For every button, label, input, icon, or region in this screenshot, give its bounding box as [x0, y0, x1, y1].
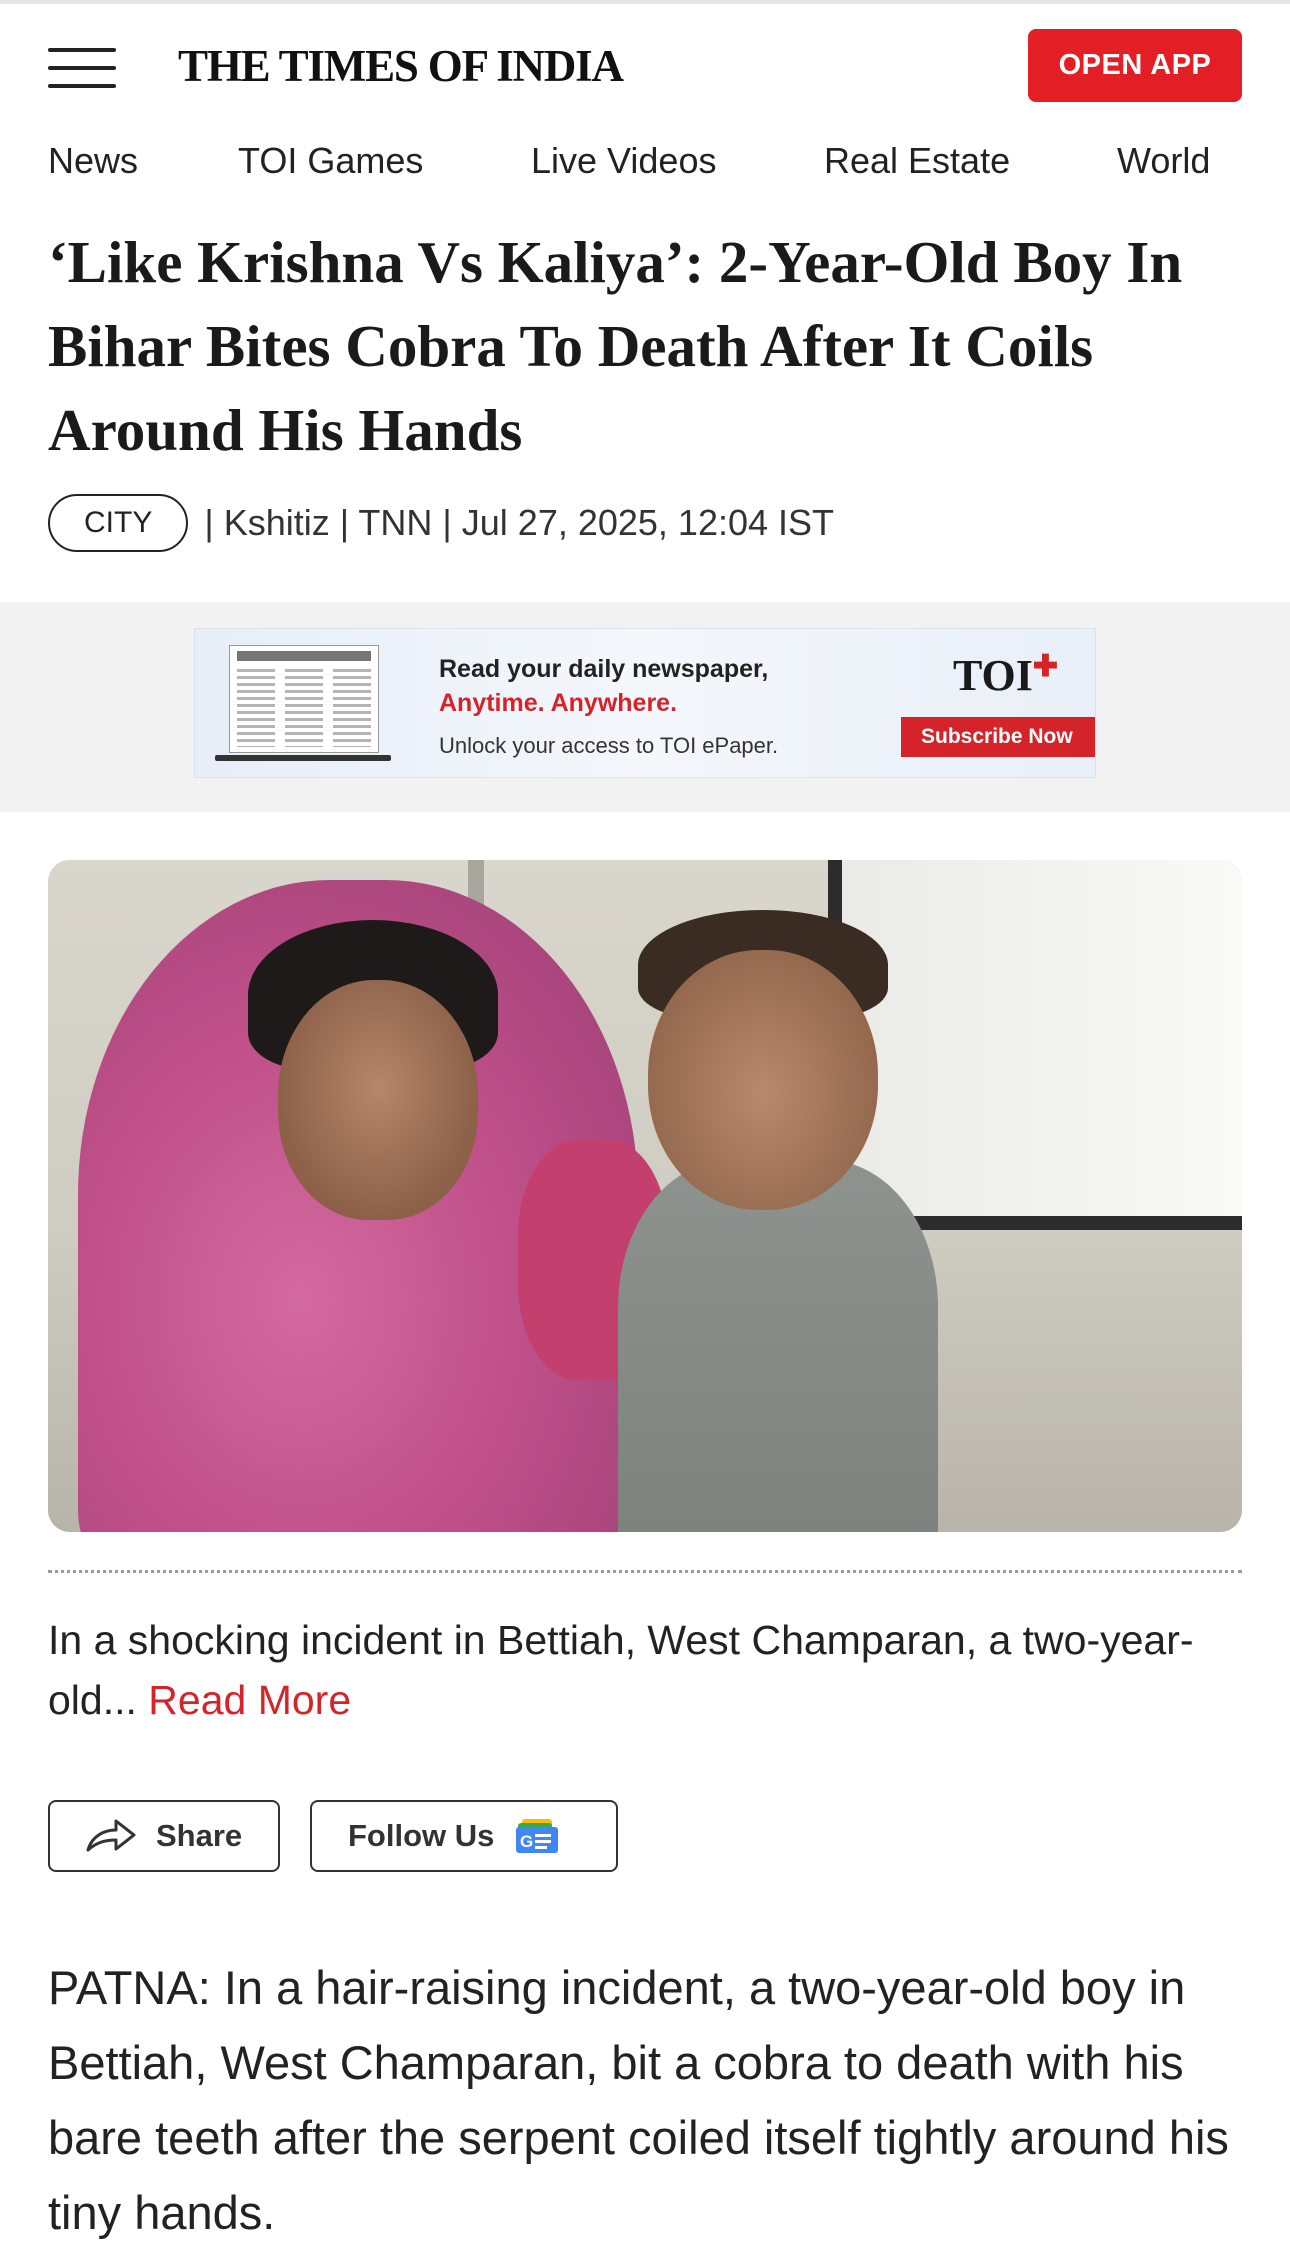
section-divider — [48, 1570, 1242, 1573]
nav-item-news[interactable]: News — [48, 140, 138, 182]
site-header: THE TIMES OF INDIA OPEN APP — [0, 4, 1290, 128]
nav-item-live-videos[interactable]: Live Videos — [531, 140, 716, 182]
hamburger-menu-icon[interactable] — [48, 44, 118, 94]
svg-text:G: G — [520, 1832, 533, 1851]
article-hero-image[interactable] — [48, 860, 1242, 1532]
plus-icon: ✚ — [1032, 650, 1059, 683]
category-tag[interactable]: CITY — [48, 494, 189, 552]
article-body: PATNA: In a hair-raising incident, a two… — [48, 1961, 1229, 2239]
article-headline: ‘Like Krishna Vs Kaliya’: 2-Year-Old Boy… — [48, 229, 1183, 463]
epaper-ad[interactable]: Read your daily newspaper, Anytime. Anyw… — [194, 628, 1096, 778]
follow-label: Follow Us — [348, 1818, 495, 1853]
newspaper-illustration — [215, 645, 391, 767]
ad-tagline: Anytime. Anywhere. — [439, 689, 678, 717]
nav-item-real-estate[interactable]: Real Estate — [824, 140, 1010, 182]
share-arrow-icon — [86, 1819, 136, 1852]
ad-banner-area: Read your daily newspaper, Anytime. Anyw… — [0, 602, 1290, 812]
ad-headline: Read your daily newspaper, — [439, 655, 769, 683]
nav-item-toi-games[interactable]: TOI Games — [238, 140, 423, 182]
site-logo[interactable]: THE TIMES OF INDIA — [178, 40, 624, 92]
share-label: Share — [156, 1818, 243, 1853]
share-button[interactable]: Share — [48, 1800, 280, 1872]
read-more-link[interactable]: Read More — [148, 1677, 351, 1723]
follow-us-button[interactable]: Follow Us G — [310, 1800, 618, 1872]
google-news-icon: G — [516, 1819, 559, 1853]
open-app-button[interactable]: OPEN APP — [1028, 29, 1242, 102]
nav-item-world[interactable]: World — [1117, 140, 1210, 182]
byline: | Kshitiz | TNN | Jul 27, 2025, 12:04 IS… — [204, 502, 835, 543]
ad-description: Unlock your access to TOI ePaper. — [439, 733, 779, 758]
category-nav: News TOI Games Live Videos Real Estate W… — [0, 140, 1290, 190]
article-meta: CITY | Kshitiz | TNN | Jul 27, 2025, 12:… — [48, 494, 834, 552]
article-summary: In a shocking incident in Bettiah, West … — [48, 1617, 1194, 1723]
subscribe-now-button[interactable]: Subscribe Now — [901, 717, 1095, 757]
toi-plus-logo: TOI✚ — [953, 650, 1059, 700]
